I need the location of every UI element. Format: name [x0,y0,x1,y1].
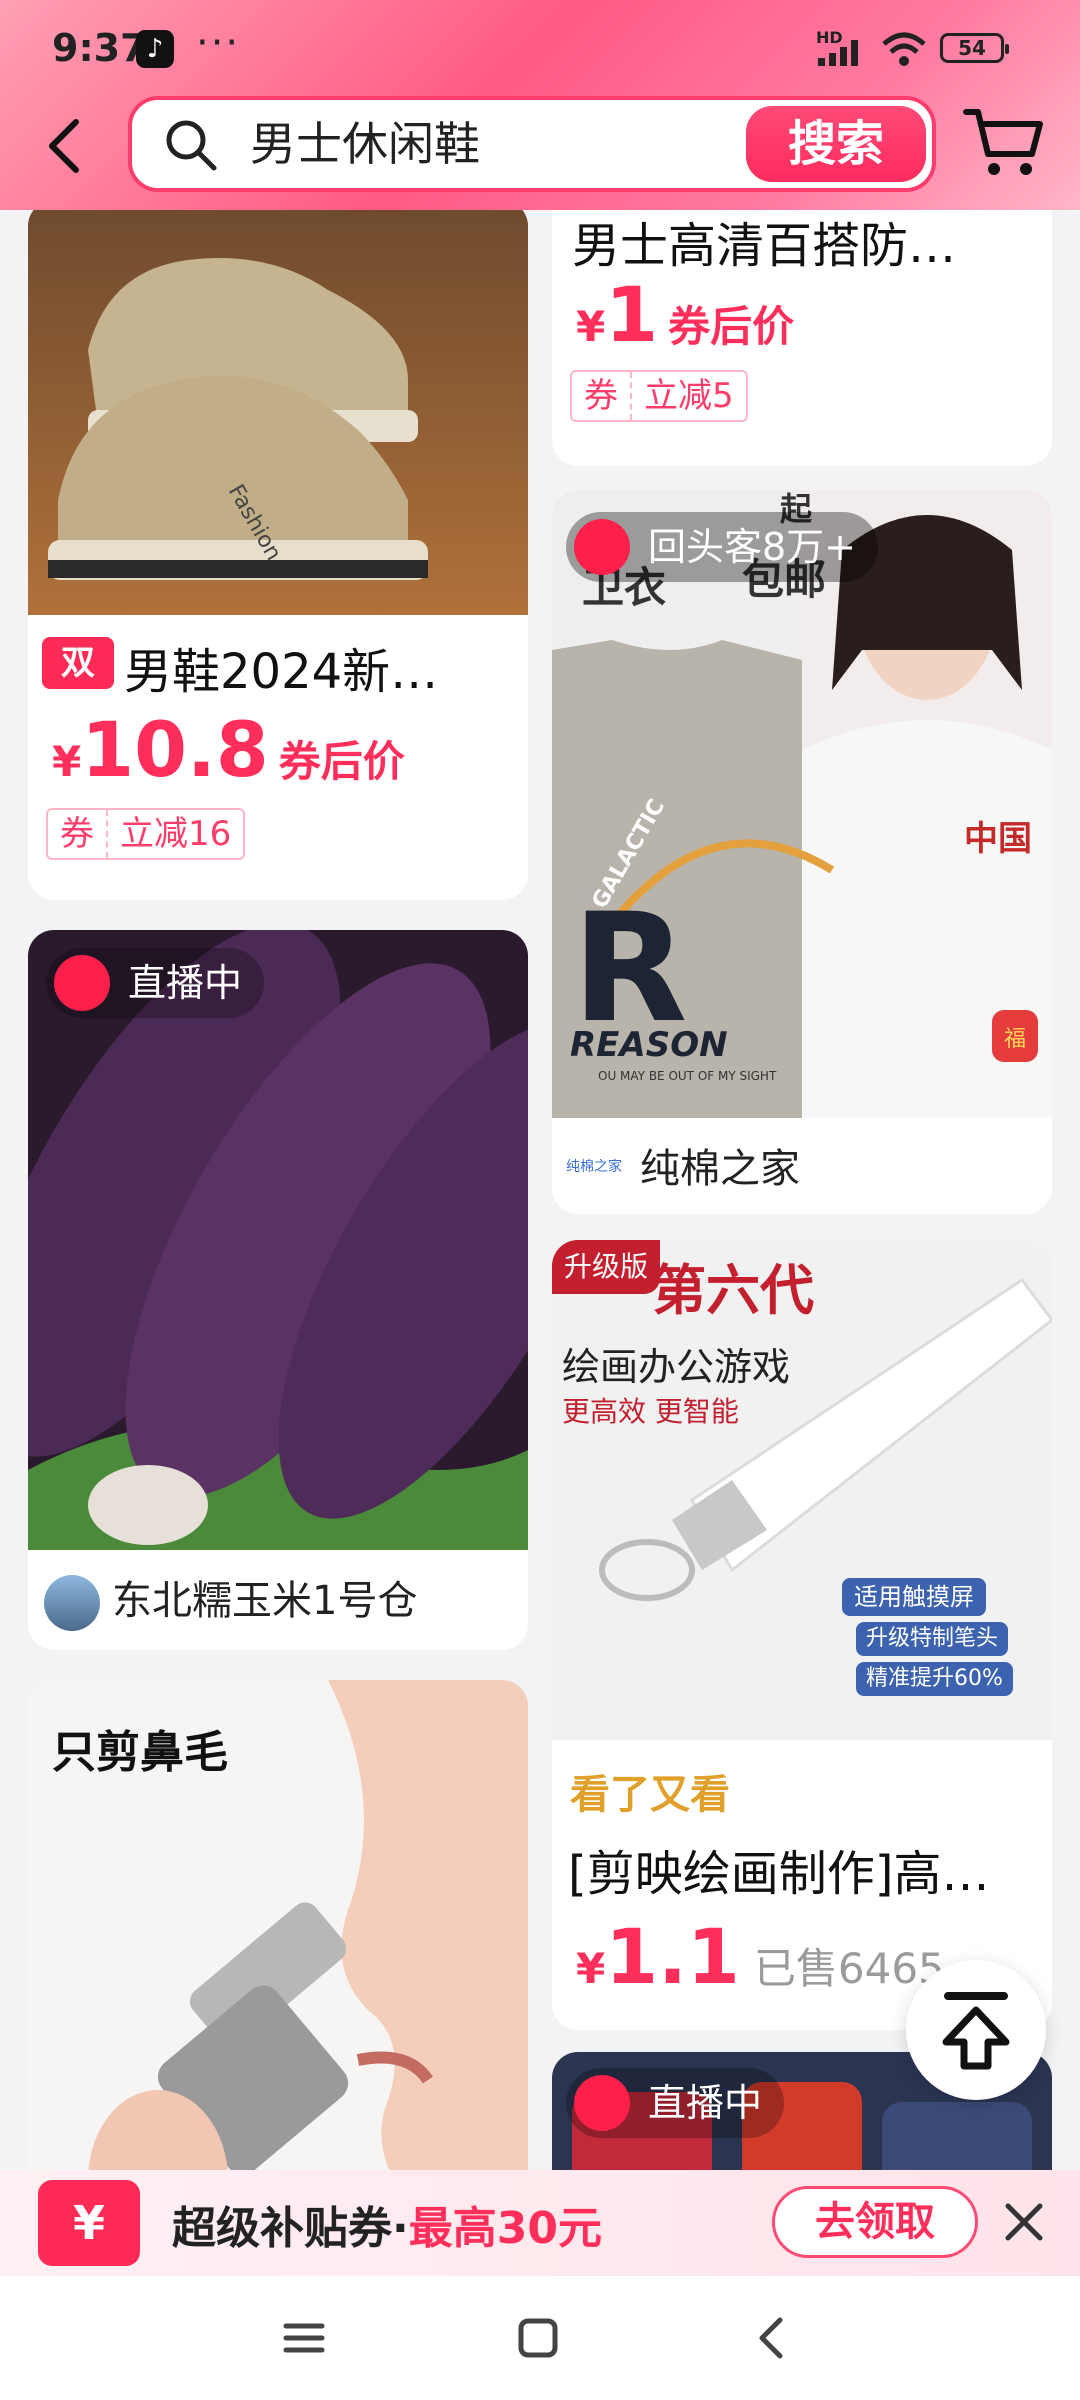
price-suffix: 券后价 [668,302,795,351]
stylus-sub2: 更高效 更智能 [562,1395,739,1428]
promo-text-main: 超级补贴券· [172,2203,409,2254]
product-card-corn[interactable]: 直播中 东北糯玉米1号仓 [28,930,528,1650]
price-line: ¥1.1 已售6465 [576,1912,945,2001]
shop-name: 纯棉之家 [640,1146,800,1192]
more-dots-icon: ··· [196,20,241,66]
price-currency: ¥ [576,302,606,351]
price-value: 10.8 [81,705,269,794]
live-icon [574,2075,630,2131]
promo-tag: 双11 [42,637,114,735]
claim-button[interactable]: 去领取 [772,2186,978,2258]
subsidy-promo-bar[interactable]: ¥ 超级补贴券·最高30元 去领取 [0,2170,1080,2276]
coupon-value: 立减5 [644,376,734,416]
close-icon[interactable] [1002,2200,1046,2244]
signal-icon [818,40,858,66]
live-icon [54,955,110,1011]
coupon-label: 券 [572,372,632,420]
search-button[interactable]: 搜索 [746,106,926,182]
stylus-headline: 第六代 [652,1258,814,1322]
shop-row[interactable]: 东北糯玉米1号仓 [44,1568,417,1631]
menu-icon[interactable] [280,2314,328,2362]
coupon-value: 立减16 [120,814,232,854]
upgrade-tag: 升级版 [552,1240,661,1294]
sweater-print-brand: REASON [570,1025,728,1065]
search-bar[interactable]: 男士休闲鞋 搜索 [128,96,936,192]
scroll-top-icon [942,1992,1010,2070]
shop-logo: 纯棉之家 [566,1159,622,1175]
feature-chip-2: 升级特制笔头 [856,1622,1009,1656]
price-line: ¥1 券后价 [576,270,794,359]
live-badge-label: 直播中 [128,961,243,1005]
product-title: 男鞋2024新… [124,644,439,700]
repeat-customer-badge: 回头客8万+ [566,512,879,582]
coupon-tag: 券立减5 [570,370,748,422]
lucky-bag-text: 福 [1004,1027,1026,1052]
coupon-label: 券 [48,810,108,858]
price-value: 1 [605,270,659,359]
promo-text: 超级补贴券·最高30元 [172,2192,602,2256]
tiktok-icon: ♪ [136,30,174,68]
live-icon [574,519,630,575]
product-card-trimmer[interactable]: 只剪鼻毛 [28,1680,528,2170]
see-also-hint: 看了又看 [570,1772,730,1818]
search-icon [166,120,217,171]
battery-indicator: 54 [940,33,1009,63]
product-image-shoes: Fashion [28,210,528,615]
scroll-top-button[interactable] [906,1960,1046,2100]
product-title: [剪映绘画制作]高… [568,1846,990,1902]
price-line: ¥10.8 券后价 [52,705,405,794]
stylus-sub1: 绘画办公游戏 [562,1345,791,1389]
system-nav-bar [0,2276,1080,2400]
product-card-shoes[interactable]: Fashion 双11 男鞋2024新… ¥10.8 券后价 券立减16 [28,210,528,900]
sweater-side-text: 中国 [964,819,1032,859]
status-time: 9:37 [52,26,147,70]
coupon-tag: 券立减16 [46,808,246,860]
back-icon[interactable] [44,118,84,174]
live-badge-label: 直播中 [648,2081,763,2125]
status-bar: 9:37 ♪ ··· HD 54 [0,0,1080,96]
product-feed[interactable]: Fashion 双11 男鞋2024新… ¥10.8 券后价 券立减16 直播中 … [0,210,1080,2170]
trimmer-headline: 只剪鼻毛 [52,1727,228,1778]
product-title: 男士高清百搭防… [572,218,957,274]
shop-avatar [44,1575,100,1631]
coupon-icon: ¥ [38,2180,140,2266]
product-card-stylus[interactable]: 升级版 第六代 绘画办公游戏 更高效 更智能 适用触摸屏 升级特制笔头 精准提升… [552,1240,1052,2030]
product-card-glasses[interactable]: 男士高清百搭防… ¥1 券后价 券立减5 [552,210,1052,466]
live-badge: 直播中 [46,948,265,1018]
search-input[interactable]: 男士休闲鞋 [250,116,480,172]
shop-name: 东北糯玉米1号仓 [112,1578,418,1624]
feature-chip-3: 精准提升60% [856,1662,1013,1696]
product-image-corn [28,930,528,1550]
price-currency: ¥ [576,1944,606,1993]
sweater-print-small: OU MAY BE OUT OF MY SIGHT [598,1069,777,1083]
price-value: 1.1 [605,1912,740,2001]
price-suffix: 券后价 [278,737,405,786]
nav-back-icon[interactable] [748,2314,796,2362]
feature-chip-1: 适用触摸屏 [842,1578,986,1616]
wifi-icon [882,32,926,66]
shop-row[interactable]: 纯棉之家 纯棉之家 [566,1136,800,1194]
price-currency: ¥ [52,737,82,786]
live-badge: 直播中 [566,2068,785,2138]
product-image-sweater: R GALACTIC REASON OU MAY BE OUT OF MY SI… [552,490,1052,1118]
promo-text-highlight: 最高30元 [408,2203,602,2254]
product-card-sweater[interactable]: R GALACTIC REASON OU MAY BE OUT OF MY SI… [552,490,1052,1214]
home-icon[interactable] [514,2314,562,2362]
cart-icon[interactable] [962,104,1044,180]
repeat-customer-label: 回头客8万+ [648,525,857,569]
